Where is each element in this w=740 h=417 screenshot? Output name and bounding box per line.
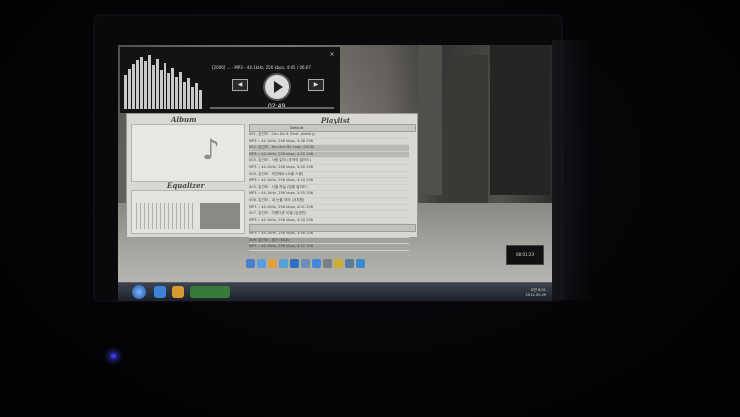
list-item[interactable]: 002. 김건모 - You Are My Lady (2008) xyxy=(249,145,409,152)
building xyxy=(448,55,488,215)
media-player-window: [2006] ... - MP3 - 44.1kHz, 256 kbps, 4:… xyxy=(120,47,340,113)
dock-app-icon[interactable] xyxy=(334,259,343,268)
dock-app-icon[interactable] xyxy=(301,259,310,268)
list-item[interactable]: MP3 :: 44.1kHz, 256 kbps, 4:10 256 xyxy=(249,178,409,185)
clock-widget: 08:01:23 xyxy=(506,245,544,265)
dock-app-icon[interactable] xyxy=(323,259,332,268)
play-button[interactable] xyxy=(265,75,289,99)
playlist-name: Default xyxy=(290,126,304,130)
equalizer-box xyxy=(131,190,245,234)
playlist-rows: 001. 김건모 - Can Do It (Feat. Jewelry) MP3… xyxy=(249,132,409,251)
close-icon[interactable]: × xyxy=(328,51,336,59)
equalizer-presets[interactable] xyxy=(200,203,240,229)
tray-date: 2012-05-09 xyxy=(525,293,546,297)
playlist-header-bar[interactable]: Default xyxy=(249,124,416,132)
equalizer-sliders[interactable] xyxy=(136,203,196,229)
list-item[interactable]: 004. 김건모 - 미안해요 (소울 스윙) xyxy=(249,172,409,179)
power-led xyxy=(111,354,116,358)
playlist-toolbar[interactable] xyxy=(249,224,416,232)
dock-app-icon[interactable] xyxy=(246,259,255,268)
ie-icon[interactable] xyxy=(154,286,166,298)
list-item[interactable]: MP3 :: 44.1kHz, 256 kbps, 3:55 256 xyxy=(249,191,409,198)
list-item[interactable]: MP3 :: 44.1kHz, 256 kbps, 4:45 256 xyxy=(249,151,409,159)
music-note-icon: ♪ xyxy=(202,133,220,166)
tray-clock: 오전 8:01 2012-05-09 xyxy=(526,288,546,298)
building xyxy=(490,45,550,195)
dock-app-icon[interactable] xyxy=(345,259,354,268)
list-item[interactable]: MP3 :: 44.1kHz, 256 kbps, 4:12 256 xyxy=(249,244,409,251)
previous-button[interactable]: ◀ xyxy=(232,79,248,91)
seek-bar[interactable] xyxy=(210,107,334,109)
monitor-edge-glow xyxy=(552,40,592,300)
building xyxy=(418,45,442,195)
dock-app-icon[interactable] xyxy=(290,259,299,268)
track-info-text: [2006] ... - MP3 - 44.1kHz, 256 kbps, 4:… xyxy=(212,65,311,70)
list-item[interactable]: 003. 김건모 - 사랑 없이 (추억의 발라드) xyxy=(249,158,409,165)
monitor-screen: [2006] ... - MP3 - 44.1kHz, 256 kbps, 4:… xyxy=(118,45,552,301)
list-item[interactable]: 001. 김건모 - Can Do It (Feat. Jewelry) xyxy=(249,132,409,139)
taskbar: 오전 8:01 2012-05-09 xyxy=(118,282,552,301)
dock-app-icon[interactable] xyxy=(279,259,288,268)
list-item[interactable]: MP3 :: 44.1kHz, 256 kbps, 3:36 256 xyxy=(249,139,409,146)
dock-app-icon[interactable] xyxy=(312,259,321,268)
list-item[interactable]: 006. 김건모 - 내 눈물 모아 (서지원) xyxy=(249,198,409,205)
list-item[interactable]: 005. 김건모 - 서울 하늘 (정통 발라드) xyxy=(249,185,409,192)
list-item[interactable]: 009. 김건모 - 짱가 (R&B) xyxy=(249,238,409,245)
equalizer-heading: Equalizer xyxy=(167,181,205,190)
album-heading: Album xyxy=(171,115,197,124)
album-art-box: ♪ xyxy=(131,124,245,182)
next-button[interactable]: ▶ xyxy=(308,79,324,91)
spectrum-visualizer xyxy=(124,53,203,109)
desktop-dock xyxy=(246,259,365,268)
list-item[interactable]: MP3 :: 44.1kHz, 256 kbps, 4:01 256 xyxy=(249,205,409,212)
explorer-icon[interactable] xyxy=(172,286,184,298)
taskbar-media-player[interactable] xyxy=(190,286,230,298)
list-item[interactable]: MP3 :: 44.1kHz, 256 kbps, 3:40 256 xyxy=(249,165,409,172)
dock-app-icon[interactable] xyxy=(268,259,277,268)
player-library-panel: Album ♪ Equalizer Playlist Default 001. … xyxy=(126,113,418,251)
dock-app-icon[interactable] xyxy=(356,259,365,268)
start-button[interactable] xyxy=(132,285,146,299)
dock-app-icon[interactable] xyxy=(257,259,266,268)
playlist-section: Playlist Default 001. 김건모 - Can Do It (F… xyxy=(249,116,416,251)
list-item[interactable]: 007. 김건모 - 아름다운 이별 (김정민) xyxy=(249,211,409,218)
